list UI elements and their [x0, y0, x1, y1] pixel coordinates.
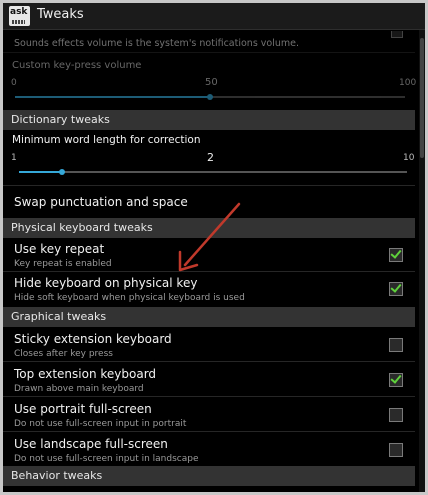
annotation-arrow [178, 202, 241, 272]
app-window: ask Tweaks Sounds effects volume is the … [3, 3, 425, 492]
